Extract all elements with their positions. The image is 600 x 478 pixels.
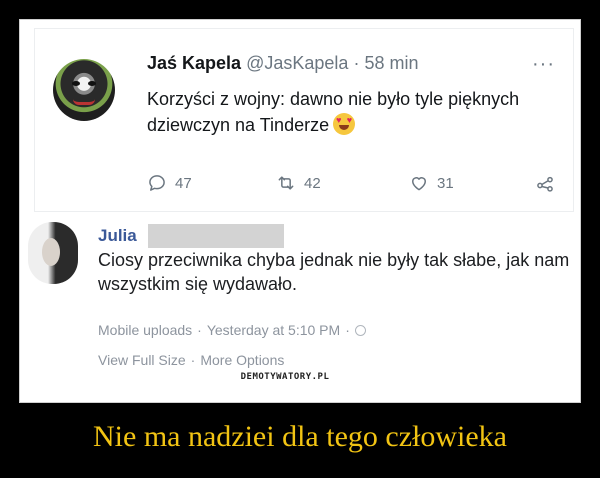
avatar-eye bbox=[72, 81, 80, 86]
author-avatar[interactable] bbox=[53, 59, 115, 121]
share-button[interactable] bbox=[535, 171, 555, 195]
post-meta: Mobile uploads · Yesterday at 5:10 PM · bbox=[98, 322, 366, 338]
reply-button[interactable]: 47 bbox=[147, 171, 192, 195]
reply-count: 47 bbox=[175, 174, 192, 192]
like-button[interactable]: 31 bbox=[409, 171, 454, 195]
site-watermark: DEMOTYWATORY.PL bbox=[212, 369, 358, 385]
link-separator: · bbox=[190, 352, 196, 368]
avatar-mouth bbox=[73, 99, 95, 105]
commenter-avatar[interactable] bbox=[28, 222, 78, 284]
heart-eyes-emoji-icon bbox=[333, 113, 356, 135]
tweet-card: Jaś Kapela @JasKapela · 58 min ··· Korzy… bbox=[34, 28, 574, 212]
share-icon bbox=[537, 176, 553, 192]
meta-separator: · bbox=[197, 322, 202, 338]
redacted-surname bbox=[148, 224, 284, 248]
more-icon[interactable]: ··· bbox=[532, 54, 555, 74]
like-count: 31 bbox=[437, 174, 454, 192]
caption: Nie ma nadziei dla tego człowieka bbox=[93, 420, 507, 453]
reply-icon bbox=[149, 175, 165, 191]
demotivator-frame: Jaś Kapela @JasKapela · 58 min ··· Korzy… bbox=[19, 19, 581, 403]
tweet-actions: 47 42 31 bbox=[147, 171, 557, 195]
album-link[interactable]: Mobile uploads bbox=[98, 322, 192, 338]
view-full-size-link[interactable]: View Full Size bbox=[98, 352, 186, 368]
retweet-icon bbox=[278, 176, 294, 190]
tweet-time[interactable]: 58 min bbox=[364, 53, 418, 73]
commenter-name[interactable]: Julia bbox=[98, 226, 137, 246]
retweet-count: 42 bbox=[304, 174, 321, 192]
retweet-button[interactable]: 42 bbox=[276, 171, 321, 195]
more-options-link[interactable]: More Options bbox=[200, 352, 284, 368]
header-separator: · bbox=[353, 53, 360, 73]
tweet-header: Jaś Kapela @JasKapela · 58 min bbox=[147, 53, 418, 74]
heart-icon bbox=[412, 177, 426, 191]
meta-separator: · bbox=[345, 322, 350, 338]
post-links: View Full Size · More Options bbox=[98, 352, 284, 368]
author-name[interactable]: Jaś Kapela bbox=[147, 53, 241, 73]
tweet-text: Korzyści z wojny: dawno nie było tyle pi… bbox=[147, 86, 547, 138]
author-handle[interactable]: @JasKapela bbox=[246, 53, 348, 73]
globe-icon bbox=[354, 324, 366, 336]
post-time[interactable]: Yesterday at 5:10 PM bbox=[207, 322, 340, 338]
avatar-eye bbox=[88, 81, 96, 86]
post-text: Ciosy przeciwnika chyba jednak nie były … bbox=[98, 250, 570, 294]
